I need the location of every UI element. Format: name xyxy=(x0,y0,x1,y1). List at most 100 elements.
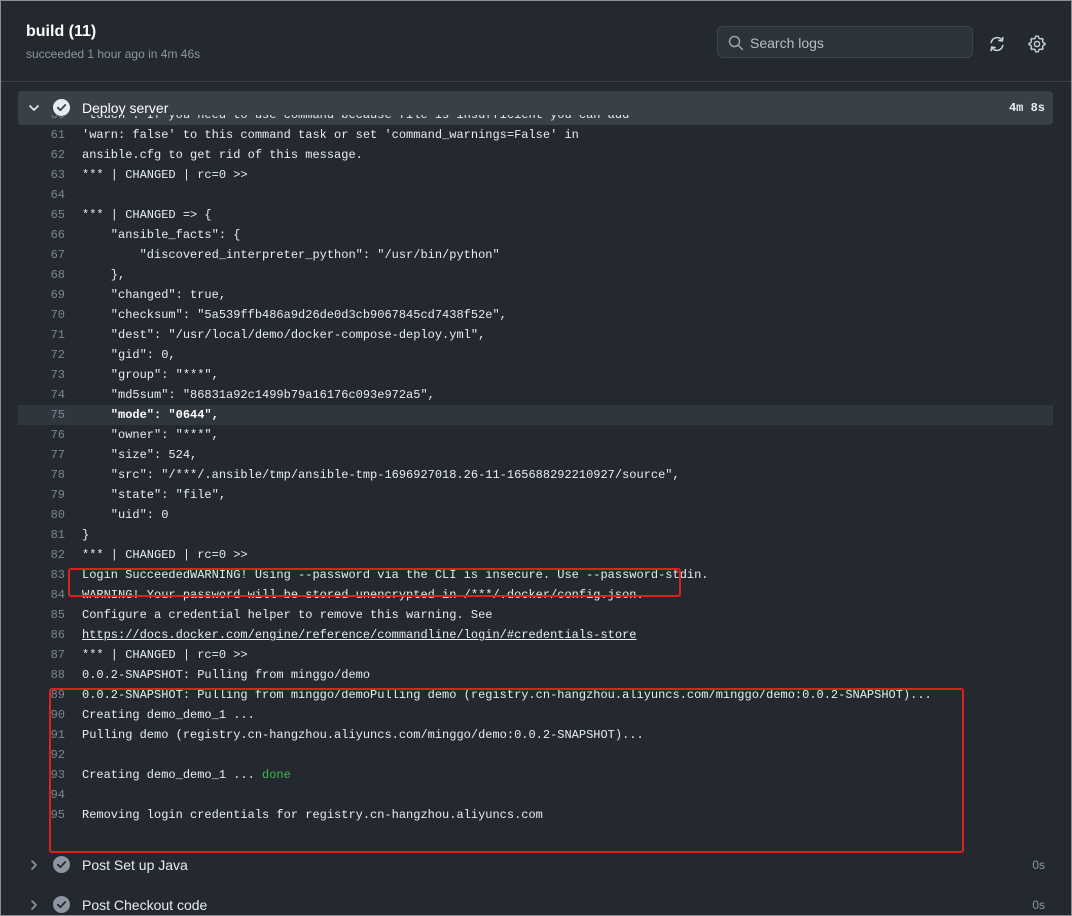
search-logs-box[interactable] xyxy=(717,26,973,58)
log-line: 94 xyxy=(18,785,1053,805)
line-number[interactable]: 84 xyxy=(18,585,65,605)
log-line: 92 xyxy=(18,745,1053,765)
log-line: 90 Creating demo_demo_1 ... xyxy=(18,705,1053,725)
line-number[interactable]: 77 xyxy=(18,445,65,465)
log-text-content: Configure a credential helper to remove … xyxy=(82,608,493,622)
log-text-content: *** | CHANGED | rc=0 >> xyxy=(82,548,248,562)
line-number[interactable]: 64 xyxy=(18,185,65,205)
log-line: 74 "md5sum": "86831a92c1499b79a16176c093… xyxy=(18,385,1053,405)
line-number[interactable]: 93 xyxy=(18,765,65,785)
line-number[interactable]: 87 xyxy=(18,645,65,665)
log-text: 'warn: false' to this command task or se… xyxy=(82,125,579,145)
log-line: 85 Configure a credential helper to remov… xyxy=(18,605,1053,625)
log-line: 91 Pulling demo (registry.cn-hangzhou.ali… xyxy=(18,725,1053,745)
line-number[interactable]: 75 xyxy=(18,405,65,425)
line-number[interactable]: 76 xyxy=(18,425,65,445)
line-number[interactable]: 90 xyxy=(18,705,65,725)
log-line: 86 https://docs.docker.com/engine/referen… xyxy=(18,625,1053,645)
line-number[interactable]: 74 xyxy=(18,385,65,405)
log-text: "changed": true, xyxy=(82,285,226,305)
step-duration: 0s xyxy=(1032,898,1045,912)
log-text-content: "ansible_facts": { xyxy=(82,228,241,242)
log-text-content: Pulling demo (registry.cn-hangzhou.aliyu… xyxy=(82,728,644,742)
line-number[interactable]: 71 xyxy=(18,325,65,345)
search-icon xyxy=(728,35,744,51)
log-line: 61 'warn: false' to this command task or … xyxy=(18,125,1053,145)
log-text: Removing login credentials for registry.… xyxy=(82,805,543,825)
step-post-set-up-java[interactable]: Post Set up Java 0s xyxy=(18,848,1053,882)
log-line: 66 "ansible_facts": { xyxy=(18,225,1053,245)
log-text: "mode": "0644", xyxy=(82,405,219,425)
log-text-content: WARNING! Your password will be stored un… xyxy=(82,588,644,602)
line-number[interactable]: 65 xyxy=(18,205,65,225)
log-text: "gid": 0, xyxy=(82,345,176,365)
line-number[interactable]: 67 xyxy=(18,245,65,265)
log-text: 0.0.2-SNAPSHOT: Pulling from minggo/demo xyxy=(82,665,370,685)
log-output: 60 'touch'. If you need to use command be… xyxy=(18,115,1053,849)
log-text: "discovered_interpreter_python": "/usr/b… xyxy=(82,245,500,265)
line-number[interactable]: 83 xyxy=(18,565,65,585)
line-number[interactable]: 94 xyxy=(18,785,65,805)
line-number[interactable]: 66 xyxy=(18,225,65,245)
log-text-content: ansible.cfg to get rid of this message. xyxy=(82,148,363,162)
line-number[interactable]: 61 xyxy=(18,125,65,145)
line-number[interactable]: 86 xyxy=(18,625,65,645)
line-number[interactable]: 81 xyxy=(18,525,65,545)
line-number[interactable]: 82 xyxy=(18,545,65,565)
settings-button[interactable] xyxy=(1024,31,1050,57)
line-number[interactable]: 79 xyxy=(18,485,65,505)
chevron-right-icon[interactable] xyxy=(27,898,41,912)
line-number[interactable]: 92 xyxy=(18,745,65,765)
log-line: 88 0.0.2-SNAPSHOT: Pulling from minggo/de… xyxy=(18,665,1053,685)
log-text: "owner": "***", xyxy=(82,425,219,445)
line-number[interactable]: 89 xyxy=(18,685,65,705)
docs-link[interactable]: https://docs.docker.com/engine/reference… xyxy=(82,628,637,642)
line-number[interactable]: 72 xyxy=(18,345,65,365)
log-line: 71 "dest": "/usr/local/demo/docker-compo… xyxy=(18,325,1053,345)
success-check-icon xyxy=(53,896,70,913)
chevron-right-icon[interactable] xyxy=(27,858,41,872)
log-text: }, xyxy=(82,265,125,285)
line-number[interactable]: 62 xyxy=(18,145,65,165)
refresh-button[interactable] xyxy=(984,31,1010,57)
log-text-content: Creating demo_demo_1 ... xyxy=(82,768,263,782)
line-number[interactable]: 70 xyxy=(18,305,65,325)
log-text-content: "size": 524, xyxy=(82,448,198,462)
log-line: 64 xyxy=(18,185,1053,205)
line-number[interactable]: 78 xyxy=(18,465,65,485)
step-post-checkout-code[interactable]: Post Checkout code 0s xyxy=(18,888,1053,916)
log-text-content: 0.0.2-SNAPSHOT: Pulling from minggo/demo… xyxy=(82,688,932,702)
step-duration: 0s xyxy=(1032,858,1045,872)
line-number[interactable]: 85 xyxy=(18,605,65,625)
log-text-content: "discovered_interpreter_python": "/usr/b… xyxy=(82,248,500,262)
line-number[interactable]: 63 xyxy=(18,165,65,185)
chevron-down-icon[interactable] xyxy=(27,101,41,115)
log-line: 83 Login SucceededWARNING! Using --passwo… xyxy=(18,565,1053,585)
log-text-content: "mode": "0644", xyxy=(82,408,219,422)
log-text: Creating demo_demo_1 ... xyxy=(82,705,255,725)
log-text: Configure a credential helper to remove … xyxy=(82,605,492,625)
log-text: "state": "file", xyxy=(82,485,226,505)
line-number[interactable]: 80 xyxy=(18,505,65,525)
line-number[interactable]: 68 xyxy=(18,265,65,285)
line-number[interactable]: 73 xyxy=(18,365,65,385)
line-number[interactable]: 95 xyxy=(18,805,65,825)
log-text-content: *** | CHANGED => { xyxy=(82,208,212,222)
success-check-icon xyxy=(53,856,70,873)
log-text-content: "uid": 0 xyxy=(82,508,169,522)
status-done-text: done xyxy=(262,768,291,782)
log-text-content: Login SucceededWARNING! Using --password… xyxy=(82,568,709,582)
log-text-content: "md5sum": "86831a92c1499b79a16176c093e97… xyxy=(82,388,435,402)
line-number[interactable]: 88 xyxy=(18,665,65,685)
log-line: 65 *** | CHANGED => { xyxy=(18,205,1053,225)
log-text-content: "dest": "/usr/local/demo/docker-compose-… xyxy=(82,328,486,342)
line-number[interactable]: 91 xyxy=(18,725,65,745)
log-line: 60 'touch'. If you need to use command be… xyxy=(18,115,1053,125)
log-text-content: } xyxy=(82,528,90,542)
log-text-content: "group": "***", xyxy=(82,368,219,382)
search-logs-input[interactable] xyxy=(750,33,965,53)
line-number[interactable]: 60 xyxy=(18,115,65,125)
line-number[interactable]: 69 xyxy=(18,285,65,305)
log-line: 72 "gid": 0, xyxy=(18,345,1053,365)
log-text-content: "checksum": "5a539ffb486a9d26de0d3cb9067… xyxy=(82,308,507,322)
